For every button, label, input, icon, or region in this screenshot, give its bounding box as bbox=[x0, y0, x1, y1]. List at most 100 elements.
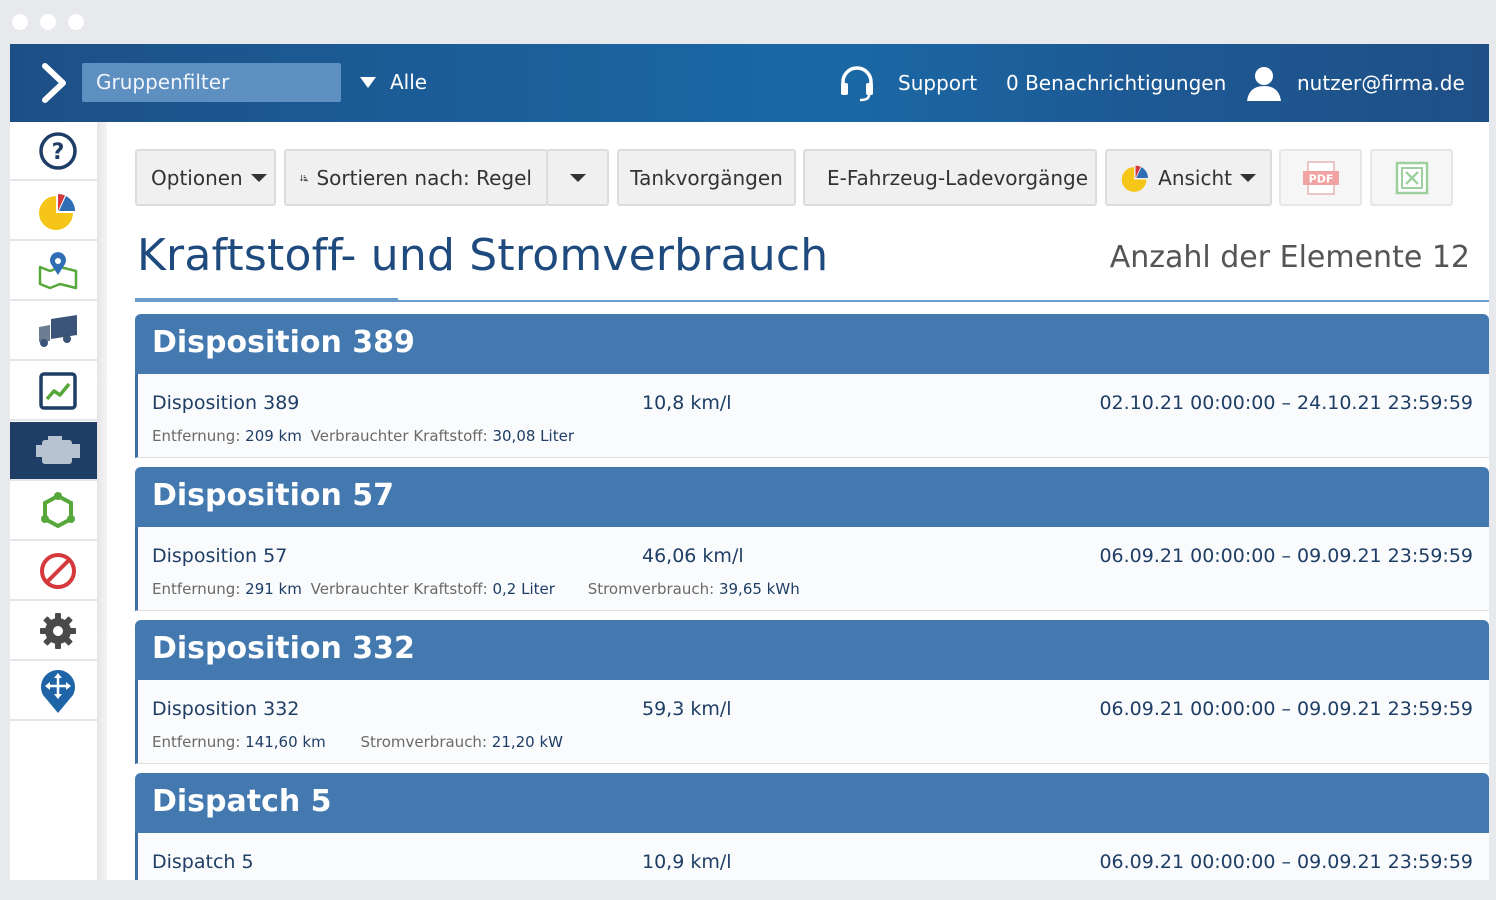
detail-label: Entfernung: bbox=[152, 580, 241, 598]
sidebar-item-help[interactable]: ? bbox=[10, 122, 105, 181]
support-link[interactable]: Support bbox=[838, 62, 977, 104]
refuel-button[interactable]: Tankvorgängen bbox=[617, 149, 796, 206]
item-count: Anzahl der Elemente 12 bbox=[1109, 240, 1470, 275]
title-accent bbox=[135, 298, 398, 302]
sort-icon bbox=[300, 174, 309, 181]
card-header[interactable]: Dispatch 5 bbox=[135, 773, 1489, 833]
caret-down-icon bbox=[250, 173, 267, 182]
dispatch-card: Disposition 57 Disposition 57 46,06 km/l… bbox=[135, 467, 1489, 611]
date-range: 06.09.21 00:00:00 – 09.09.21 23:59:59 bbox=[1099, 851, 1473, 873]
pie-chart-icon bbox=[1121, 165, 1148, 192]
detail-value: 39,65 kWh bbox=[718, 580, 800, 598]
caret-down-icon bbox=[569, 173, 586, 182]
dispatch-name: Disposition 57 bbox=[152, 545, 288, 567]
date-range: 02.10.21 00:00:00 – 24.10.21 23:59:59 bbox=[1099, 392, 1473, 414]
sidebar-item-fuel-consumption[interactable] bbox=[10, 422, 105, 481]
fuel-efficiency: 59,3 km/l bbox=[642, 698, 732, 720]
page-title: Kraftstoff- und Stromverbrauch bbox=[137, 230, 829, 281]
fuel-efficiency: 10,9 km/l bbox=[642, 851, 732, 873]
date-range: 06.09.21 00:00:00 – 09.09.21 23:59:59 bbox=[1099, 545, 1473, 567]
detail-label: Verbrauchter Kraftstoff: bbox=[310, 580, 488, 598]
truck-icon bbox=[38, 314, 77, 347]
user-menu[interactable]: nutzer@firma.de bbox=[1245, 62, 1465, 104]
trend-chart-icon bbox=[38, 371, 77, 410]
card-body[interactable]: Disposition 332 59,3 km/l 06.09.21 00:00… bbox=[135, 680, 1489, 764]
detail-value: 21,20 kW bbox=[491, 733, 564, 751]
detail-label: Entfernung: bbox=[152, 427, 241, 445]
excel-export-button[interactable] bbox=[1370, 149, 1453, 206]
fuel-efficiency: 46,06 km/l bbox=[642, 545, 744, 567]
window-dot bbox=[68, 14, 84, 30]
window-dot bbox=[40, 14, 56, 30]
view-button[interactable]: Ansicht bbox=[1105, 149, 1272, 206]
pdf-label: PDF bbox=[1308, 172, 1333, 185]
svg-text:?: ? bbox=[51, 140, 64, 165]
group-filter-dropdown[interactable]: Alle bbox=[360, 63, 427, 102]
sort-button[interactable]: Sortieren nach: Regel bbox=[284, 149, 548, 206]
card-header[interactable]: Disposition 57 bbox=[135, 467, 1489, 527]
detail-value: 291 km bbox=[245, 580, 302, 598]
detail-value: 0,2 Liter bbox=[492, 580, 555, 598]
group-filter-value: Alle bbox=[390, 70, 428, 94]
dispatch-card: Disposition 389 Disposition 389 10,8 km/… bbox=[135, 314, 1489, 458]
detail-value: 141,60 km bbox=[245, 733, 326, 751]
group-filter-field[interactable]: Gruppenfilter bbox=[82, 63, 341, 102]
engine-icon bbox=[35, 435, 80, 464]
excel-icon bbox=[1395, 161, 1428, 194]
sort-dropdown-button[interactable] bbox=[546, 149, 609, 206]
date-range: 06.09.21 00:00:00 – 09.09.21 23:59:59 bbox=[1099, 698, 1473, 720]
card-body[interactable]: Disposition 389 10,8 km/l 02.10.21 00:00… bbox=[135, 374, 1489, 458]
sidebar-item-statistics[interactable] bbox=[10, 182, 105, 241]
sidebar-item-settings[interactable] bbox=[10, 602, 105, 661]
chevron-right-icon[interactable] bbox=[37, 62, 73, 104]
pdf-export-button[interactable]: PDF bbox=[1279, 149, 1362, 206]
sidebar-item-vehicles[interactable] bbox=[10, 302, 105, 361]
card-details: Entfernung: 209 km Verbrauchter Kraftsto… bbox=[152, 427, 574, 445]
card-body[interactable]: Disposition 57 46,06 km/l 06.09.21 00:00… bbox=[135, 527, 1489, 611]
sidebar-item-map[interactable] bbox=[10, 242, 105, 301]
dispatch-name: Disposition 332 bbox=[152, 698, 300, 720]
window-dot bbox=[12, 14, 28, 30]
caret-down-icon bbox=[1240, 173, 1256, 182]
sidebar-item-routes[interactable] bbox=[10, 482, 105, 541]
sidebar-item-reports[interactable] bbox=[10, 362, 105, 421]
location-move-icon bbox=[40, 669, 75, 713]
options-button[interactable]: Optionen bbox=[135, 149, 276, 206]
sidebar-item-locations[interactable] bbox=[10, 662, 105, 721]
view-label: Ansicht bbox=[1158, 165, 1232, 190]
headset-icon bbox=[841, 66, 873, 102]
detail-label: Stromverbrauch: bbox=[360, 733, 488, 751]
pdf-icon: PDF bbox=[1302, 160, 1339, 195]
support-label: Support bbox=[898, 71, 978, 95]
dispatch-card: Disposition 332 Disposition 332 59,3 km/… bbox=[135, 620, 1489, 764]
fuel-efficiency: 10,8 km/l bbox=[642, 392, 732, 414]
dispatch-name: Disposition 389 bbox=[152, 392, 300, 414]
notifications-link[interactable]: 0 Benachrichtigungen bbox=[1006, 62, 1226, 104]
card-details: Entfernung: 141,60 km Stromverbrauch: 21… bbox=[152, 733, 563, 751]
card-body[interactable]: Dispatch 5 10,9 km/l 06.09.21 00:00:00 –… bbox=[135, 833, 1489, 880]
sidebar: ? bbox=[10, 122, 105, 880]
options-label: Optionen bbox=[151, 165, 243, 190]
route-network-icon bbox=[40, 491, 75, 528]
ev-charging-label: E-Fahrzeug-Ladevorgänge bbox=[827, 165, 1089, 190]
dispatch-card: Dispatch 5 Dispatch 5 10,9 km/l 06.09.21… bbox=[135, 773, 1489, 880]
detail-label: Stromverbrauch: bbox=[587, 580, 715, 598]
gear-icon bbox=[39, 612, 76, 649]
pie-chart-icon bbox=[38, 193, 75, 230]
dispatch-name: Dispatch 5 bbox=[152, 851, 254, 873]
main-content: Optionen Sortieren nach: Regel Tankvorgä… bbox=[107, 122, 1489, 880]
detail-value: 30,08 Liter bbox=[492, 427, 574, 445]
help-icon: ? bbox=[38, 131, 77, 170]
user-icon bbox=[1247, 67, 1281, 101]
sidebar-item-restrictions[interactable] bbox=[10, 542, 105, 601]
card-header[interactable]: Disposition 332 bbox=[135, 620, 1489, 680]
dropdown-triangle-icon bbox=[360, 77, 376, 88]
top-navigation-bar: Gruppenfilter Alle Support 0 Benachricht… bbox=[10, 44, 1489, 122]
prohibited-icon bbox=[39, 552, 76, 589]
window-chrome bbox=[0, 0, 1486, 44]
card-header[interactable]: Disposition 389 bbox=[135, 314, 1489, 374]
sort-label: Sortieren nach: Regel bbox=[316, 165, 532, 190]
map-pin-icon bbox=[38, 251, 77, 289]
ev-charging-button[interactable]: E-Fahrzeug-Ladevorgänge bbox=[803, 149, 1097, 206]
detail-label: Entfernung: bbox=[152, 733, 241, 751]
